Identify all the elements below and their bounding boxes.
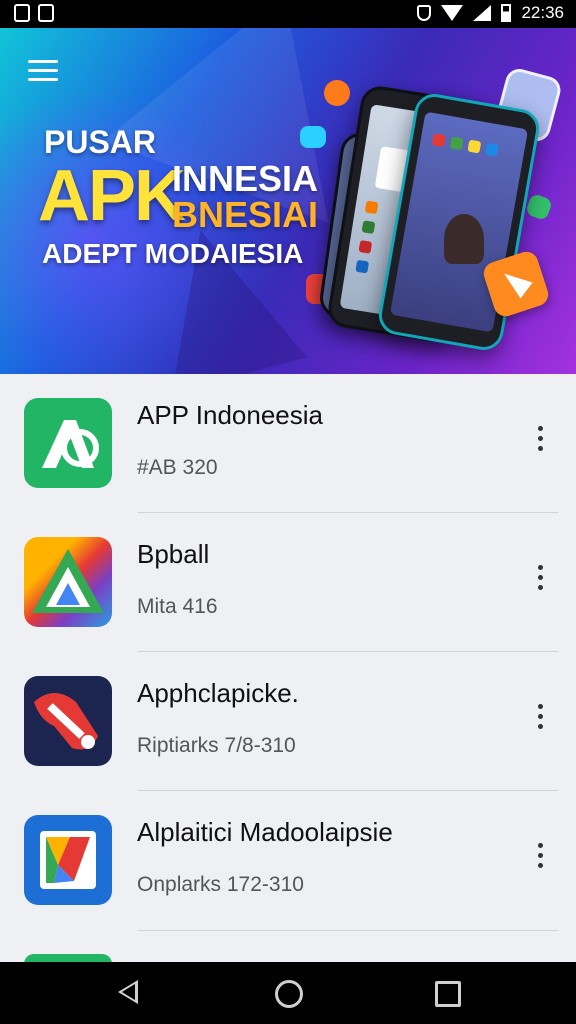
menu-icon[interactable] <box>28 58 60 84</box>
floating-plane-icon <box>300 126 326 148</box>
status-bar: 22:36 <box>0 0 576 28</box>
app-title: Alplaitici Madoolaipsie <box>137 817 393 847</box>
divider <box>138 930 558 931</box>
promo-banner[interactable]: PUSAR APK INNESIA BNESIAI ADEPT MODAIESI… <box>0 28 576 374</box>
app-title: Apphclapicke. <box>137 678 299 708</box>
triangle-logo-icon[interactable] <box>24 537 112 627</box>
app-title: Bpball <box>137 539 210 569</box>
more-options-icon[interactable] <box>528 422 552 456</box>
wifi-icon <box>441 5 464 21</box>
more-options-icon[interactable] <box>528 561 552 595</box>
red-shape-logo-icon[interactable] <box>24 676 112 766</box>
recents-icon[interactable] <box>435 981 461 1007</box>
floating-orange-dot-icon <box>324 80 350 106</box>
app-list: APP Indoneesia #AB 320 Bpball Mita 416 A… <box>0 374 576 930</box>
app-title: APP Indoneesia <box>137 400 323 430</box>
app-meta: Mita 416 <box>137 595 218 618</box>
back-icon[interactable] <box>118 980 138 1004</box>
gallery-notification-icon <box>14 4 30 22</box>
download-notification-icon <box>38 4 54 22</box>
signal-icon <box>473 5 492 21</box>
shield-icon <box>417 5 432 21</box>
banner-line-3: ADEPT MODAIESIA <box>42 238 304 269</box>
more-options-icon[interactable] <box>528 700 552 734</box>
status-time: 22:36 <box>521 3 564 22</box>
list-item[interactable]: Alplaitici Madoolaipsie Onplarks 172-310 <box>0 791 576 930</box>
list-item[interactable]: Apphclapicke. Riptiarks 7/8-310 <box>0 652 576 791</box>
home-icon[interactable] <box>275 980 303 1008</box>
list-item[interactable]: APP Indoneesia #AB 320 <box>0 374 576 513</box>
folded-logo-icon[interactable] <box>24 815 112 905</box>
list-item[interactable]: Bpball Mita 416 <box>0 513 576 652</box>
app-meta: Onplarks 172-310 <box>137 873 304 896</box>
app-logo-icon[interactable] <box>24 398 112 488</box>
banner-subtitle-2: BNESIAI <box>172 194 319 235</box>
app-meta: #AB 320 <box>137 456 218 479</box>
app-meta: Riptiarks 7/8-310 <box>137 734 296 757</box>
character-illustration <box>444 214 484 264</box>
more-options-icon[interactable] <box>528 839 552 873</box>
banner-headline: APK <box>38 156 186 236</box>
battery-icon <box>501 4 512 22</box>
floating-green-tile-icon <box>524 192 554 222</box>
navigation-bar <box>0 962 576 1024</box>
